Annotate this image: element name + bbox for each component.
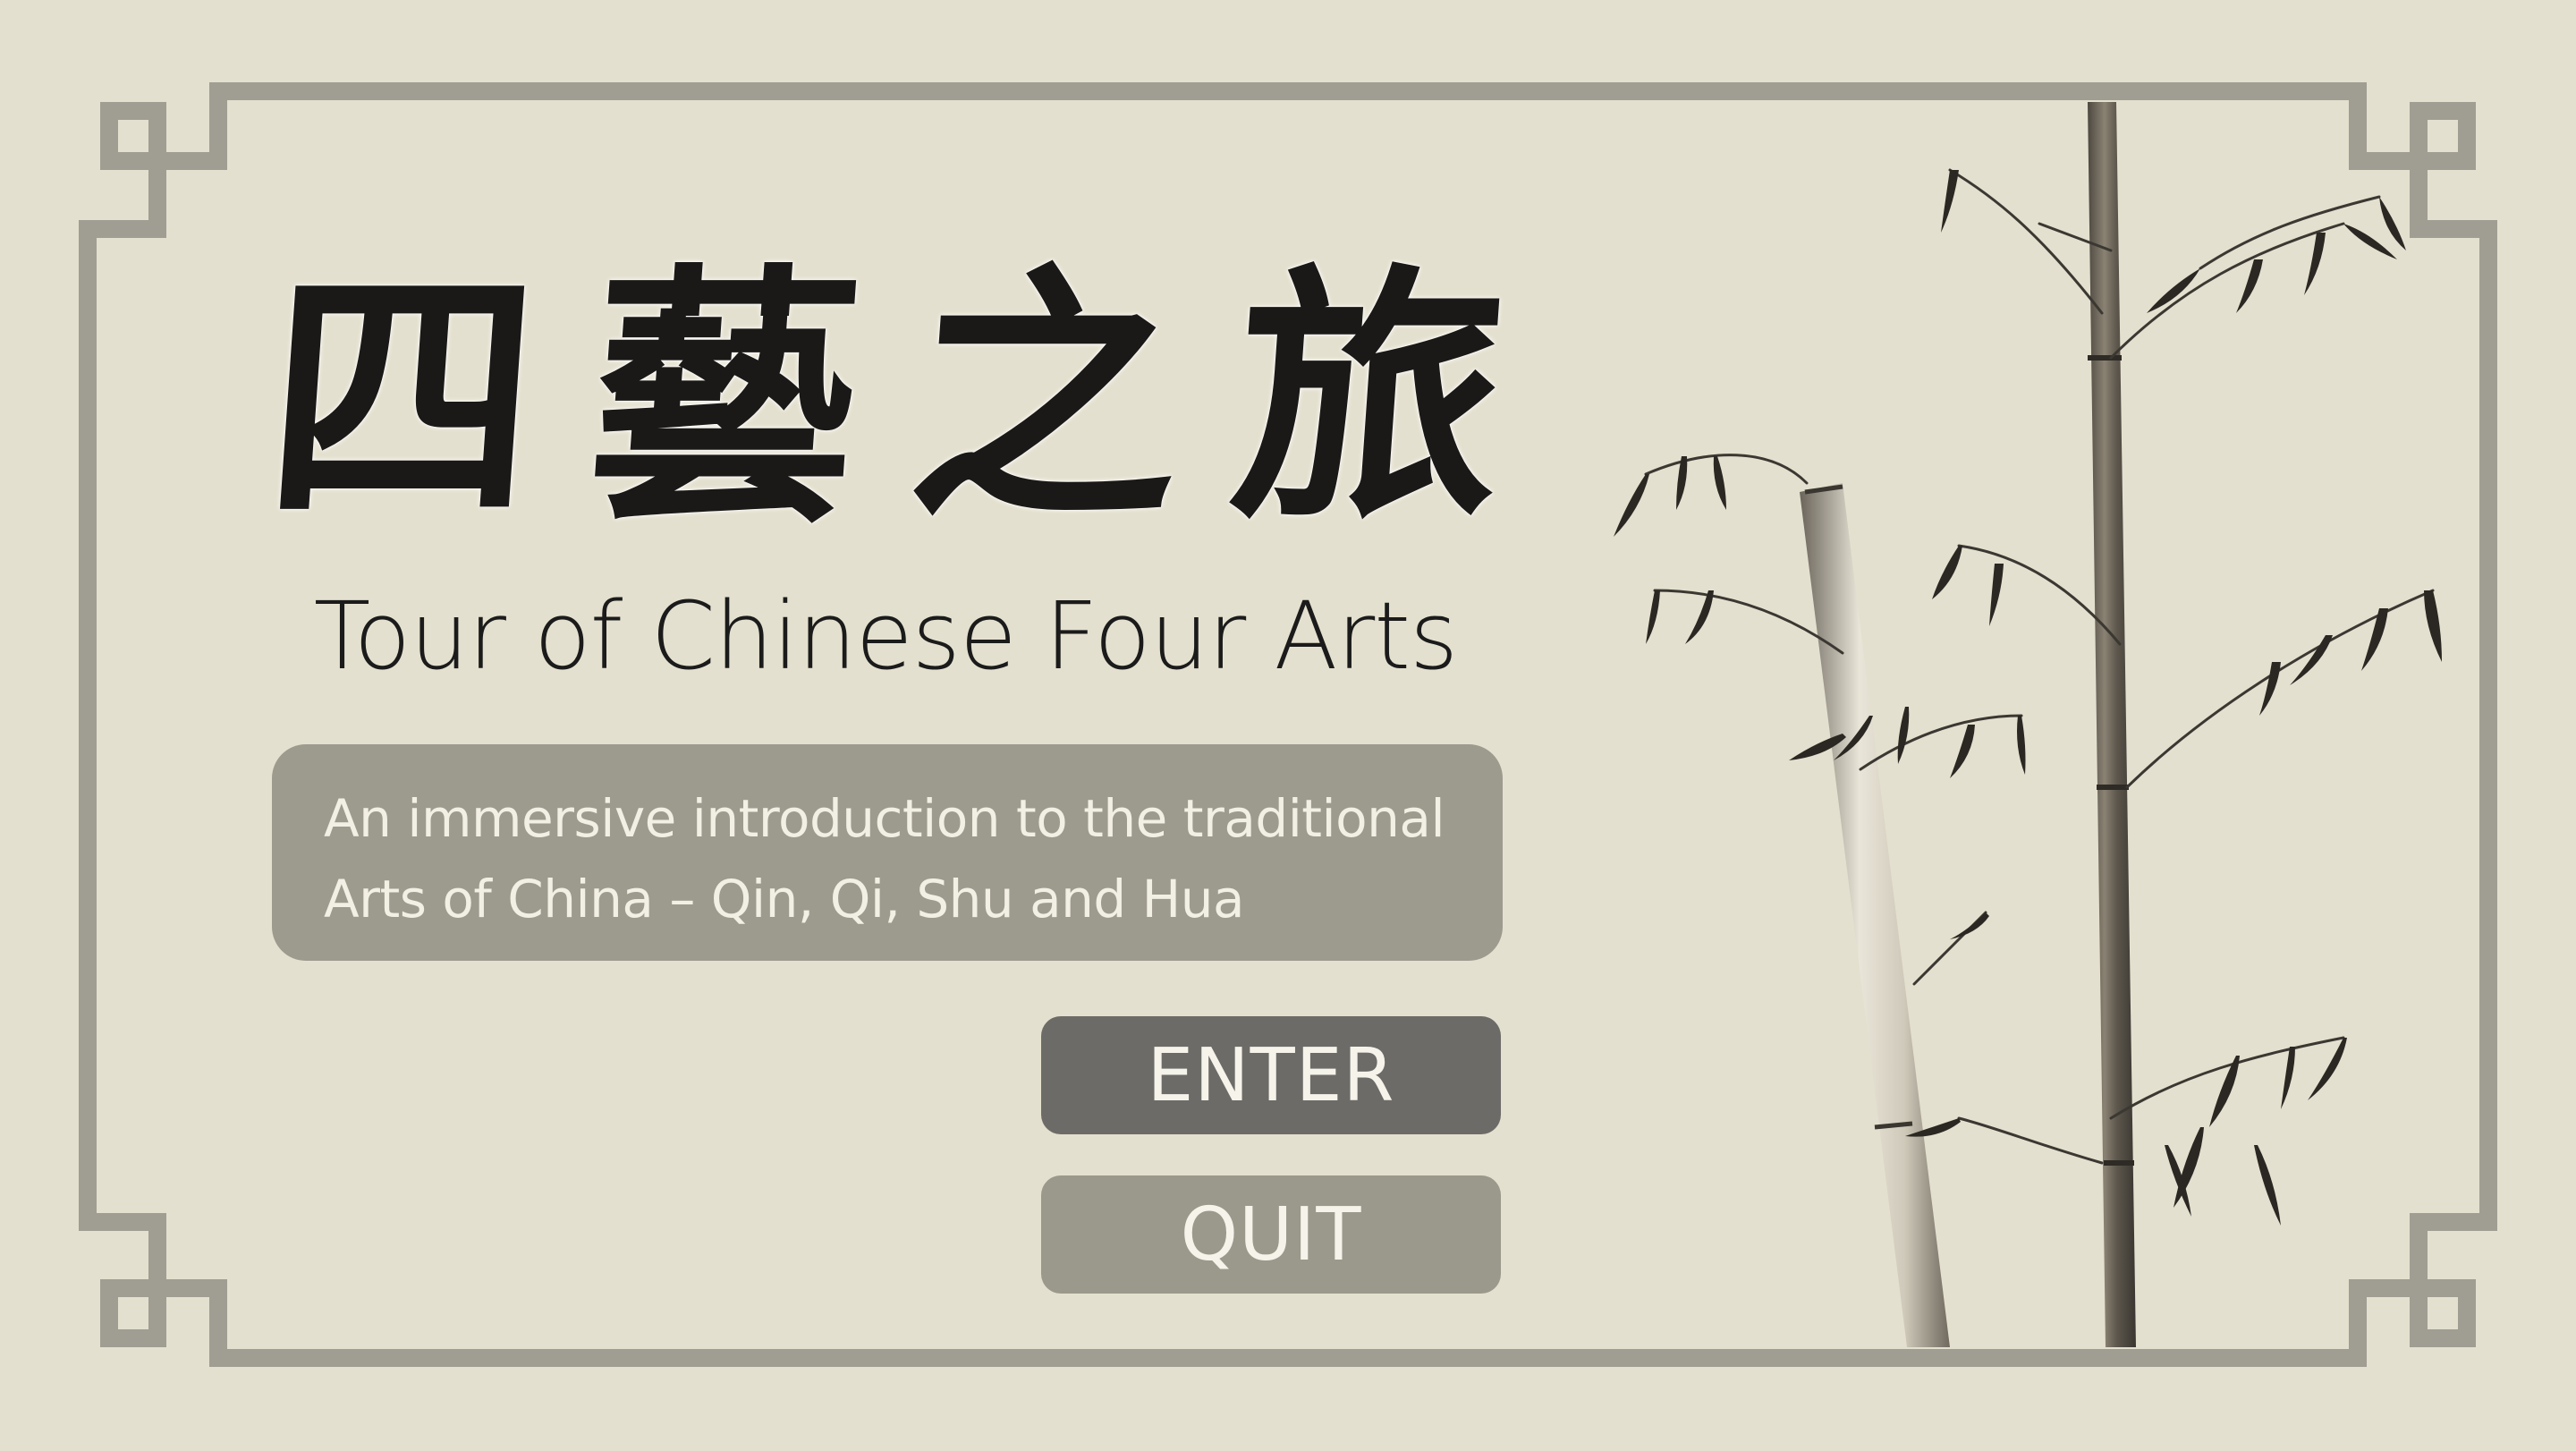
title-character: 之 [901,240,1192,556]
title-character: 四 [257,240,548,556]
calligraphy-title: 四 藝 之 旅 [256,224,1514,573]
title-screen: 四 藝 之 旅 Tour of Chinese Four Arts An imm… [0,0,2576,1451]
description-line: Arts of China – Qin, Qi, Shu and Hua [324,869,1245,929]
bamboo-illustration [1614,102,2442,1347]
title-character: 旅 [1223,240,1514,556]
quit-button[interactable]: QUIT [1041,1175,1501,1294]
description-box: An immersive introduction to the traditi… [272,744,1503,961]
description-line: An immersive introduction to the traditi… [324,788,1445,849]
enter-button[interactable]: ENTER [1041,1016,1501,1134]
game-subtitle: Tour of Chinese Four Arts [313,581,1458,691]
title-character: 藝 [579,240,870,556]
bamboo-stalk-front [1800,483,1950,1347]
